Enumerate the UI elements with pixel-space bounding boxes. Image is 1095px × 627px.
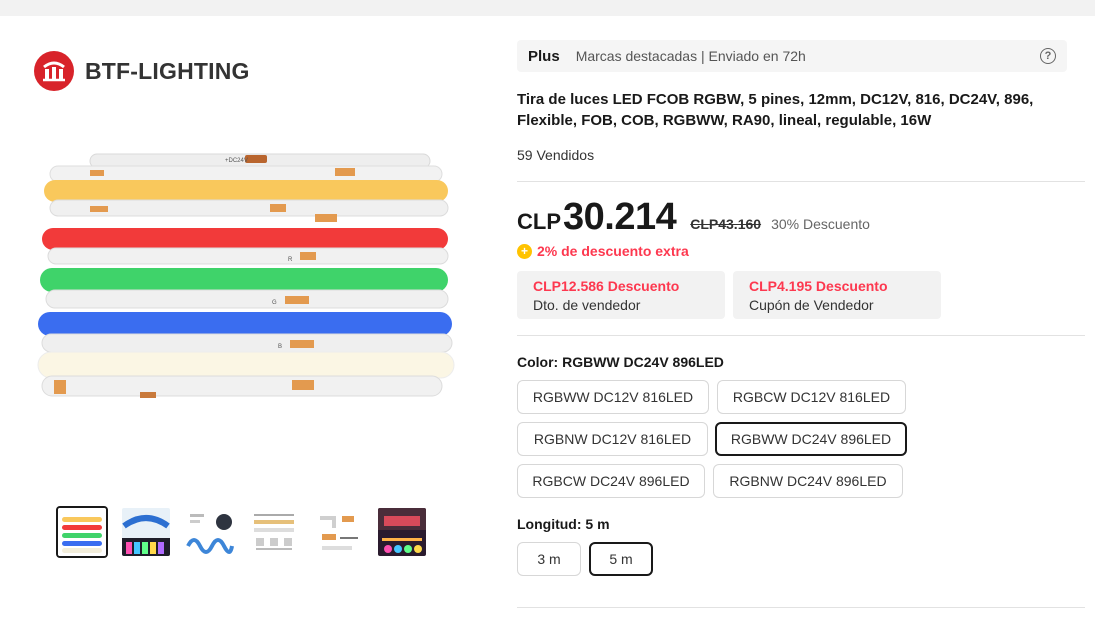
length-option-selected[interactable]: 5 m (589, 542, 653, 576)
thumb-flexible-icon (186, 508, 234, 556)
divider (517, 181, 1085, 182)
sold-count: 59 Vendidos (517, 147, 595, 163)
length-title: Longitud: 5 m (517, 516, 610, 532)
help-icon[interactable]: ? (1040, 48, 1056, 64)
extra-discount: + 2% de descuento extra (517, 243, 689, 259)
coupon-description: Dto. de vendedor (533, 297, 641, 313)
strip-label: G (272, 300, 277, 306)
thumb-strips-icon (58, 508, 106, 556)
thumbnail-6[interactable] (376, 506, 428, 558)
discount-percent: 30% Descuento (771, 216, 870, 232)
thumb-connectors-icon (314, 508, 362, 556)
thumb-diffusion-icon (122, 508, 170, 556)
thumbnail-2[interactable] (120, 506, 172, 558)
product-main-image[interactable]: +DC24V R G B (30, 140, 470, 430)
plus-badge-bar: Plus Marcas destacadas | Enviado en 72h … (517, 40, 1067, 72)
coupon-seller-coupon[interactable]: CLP4.195 Descuento Cupón de Vendedor (733, 271, 941, 319)
thumbnail-4[interactable] (248, 506, 300, 558)
thumbnail-1[interactable] (56, 506, 108, 558)
color-option[interactable]: RGBCW DC24V 896LED (517, 464, 705, 498)
thumb-room-icon (378, 508, 426, 556)
brand-logo: BTF-LIGHTING (33, 50, 250, 92)
divider (517, 607, 1085, 608)
brand-emblem-icon (34, 51, 74, 91)
price-value: 30.214 (563, 196, 677, 238)
thumbnail-3[interactable] (184, 506, 236, 558)
thumb-diagram-icon (250, 508, 298, 556)
coupon-value: CLP12.586 Descuento (533, 278, 680, 294)
color-option[interactable]: RGBWW DC12V 816LED (517, 380, 709, 414)
strip-label: +DC24V (225, 158, 248, 164)
divider (517, 335, 1085, 336)
product-title: Tira de luces LED FCOB RGBW, 5 pines, 12… (517, 91, 1034, 129)
plus-label: Plus (528, 47, 560, 65)
plus-description: Marcas destacadas | Enviado en 72h (575, 48, 806, 64)
brand-name: BTF-LIGHTING (85, 57, 250, 84)
price-row: CLP 30.214 CLP43.160 30% Descuento (517, 196, 870, 239)
price-currency: CLP (517, 209, 561, 234)
top-bar (0, 0, 1095, 16)
thumbnail-5[interactable] (312, 506, 364, 558)
strip-label: B (278, 344, 282, 350)
original-price: CLP43.160 (690, 216, 762, 232)
coin-plus-icon: + (517, 243, 532, 259)
color-option[interactable]: RGBCW DC12V 816LED (717, 380, 906, 414)
length-option[interactable]: 3 m (517, 542, 581, 576)
color-option[interactable]: RGBNW DC12V 816LED (517, 422, 708, 456)
coupon-description: Cupón de Vendedor (749, 297, 874, 313)
color-option[interactable]: RGBNW DC24V 896LED (713, 464, 903, 498)
coupon-list: CLP12.586 Descuento Dto. de vendedor CLP… (517, 271, 941, 319)
color-title: Color: RGBWW DC24V 896LED (517, 354, 724, 370)
strip-label: R (288, 257, 293, 263)
extra-discount-text: 2% de descuento extra (537, 243, 689, 259)
thumbnail-strip (56, 506, 428, 558)
color-option-selected[interactable]: RGBWW DC24V 896LED (715, 422, 907, 456)
coupon-value: CLP4.195 Descuento (749, 278, 888, 294)
coupon-seller-discount[interactable]: CLP12.586 Descuento Dto. de vendedor (517, 271, 725, 319)
